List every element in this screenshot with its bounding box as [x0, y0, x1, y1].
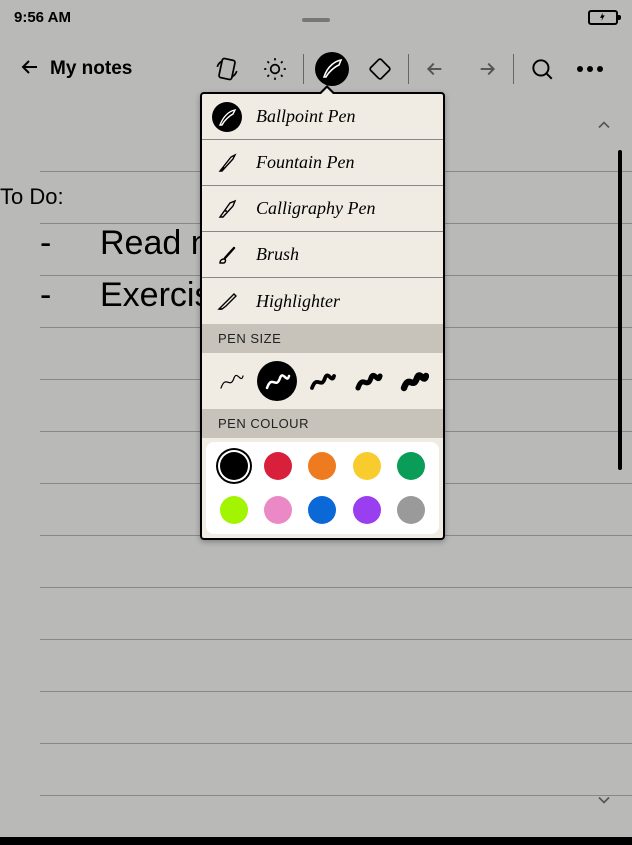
pen-option-highlighter[interactable]: Highlighter [202, 278, 443, 324]
pen-option-label: Brush [256, 244, 299, 265]
highlighter-icon [212, 286, 242, 316]
fountain-pen-icon [212, 148, 242, 178]
scroll-thumb[interactable] [618, 150, 622, 470]
pen-colour-header: PEN COLOUR [202, 409, 443, 438]
pen-size-5[interactable] [394, 361, 434, 401]
pen-size-header: PEN SIZE [202, 324, 443, 353]
pen-option-fountain-pen[interactable]: Fountain Pen [202, 140, 443, 186]
pen-option-brush[interactable]: Brush [202, 232, 443, 278]
colour-swatch-8[interactable] [353, 496, 381, 524]
eraser-button[interactable] [356, 45, 404, 93]
status-bar: 9:56 AM [0, 0, 632, 34]
pen-colour-panel [206, 442, 439, 534]
toolbar: My notes [0, 42, 632, 96]
pen-size-row [202, 353, 443, 409]
drag-handle[interactable] [302, 18, 330, 22]
ballpoint-pen-icon [212, 102, 242, 132]
note-task-text: Read n [100, 224, 210, 263]
pen-option-label: Calligraphy Pen [256, 198, 376, 219]
more-button[interactable] [566, 45, 614, 93]
bottom-bar [0, 837, 632, 845]
colour-swatch-3[interactable] [353, 452, 381, 480]
colour-swatch-2[interactable] [308, 452, 336, 480]
pen-option-label: Highlighter [256, 291, 340, 312]
note-task-text: Exercis [100, 276, 211, 315]
colour-swatch-7[interactable] [308, 496, 336, 524]
chevron-down-icon[interactable] [594, 790, 614, 815]
separator [513, 54, 514, 84]
pen-size-3[interactable] [302, 361, 342, 401]
pen-option-label: Ballpoint Pen [256, 106, 355, 127]
undo-button[interactable] [413, 45, 461, 93]
colour-swatch-9[interactable] [397, 496, 425, 524]
battery-icon [588, 10, 618, 25]
colour-swatch-1[interactable] [264, 452, 292, 480]
colour-swatch-5[interactable] [220, 496, 248, 524]
redo-button[interactable] [461, 45, 509, 93]
pen-size-4[interactable] [348, 361, 388, 401]
back-arrow-icon[interactable] [18, 55, 42, 84]
calligraphy-pen-icon [212, 194, 242, 224]
colour-swatch-0[interactable] [220, 452, 248, 480]
colour-swatch-4[interactable] [397, 452, 425, 480]
page-title[interactable]: My notes [50, 58, 132, 80]
brush-icon [212, 240, 242, 270]
pen-option-ballpoint-pen[interactable]: Ballpoint Pen [202, 94, 443, 140]
rotate-button[interactable] [203, 45, 251, 93]
search-button[interactable] [518, 45, 566, 93]
brightness-button[interactable] [251, 45, 299, 93]
colour-swatch-6[interactable] [264, 496, 292, 524]
pen-option-label: Fountain Pen [256, 152, 354, 173]
clock: 9:56 AM [14, 9, 71, 26]
chevron-up-icon[interactable] [594, 115, 614, 140]
pen-size-1[interactable] [211, 361, 251, 401]
separator [303, 54, 304, 84]
pen-option-calligraphy-pen[interactable]: Calligraphy Pen [202, 186, 443, 232]
pen-settings-popup: Ballpoint Pen Fountain Pen Calligraphy Pen… [200, 92, 445, 540]
pen-size-2[interactable] [257, 361, 297, 401]
separator [408, 54, 409, 84]
scrollbar[interactable] [618, 150, 622, 795]
